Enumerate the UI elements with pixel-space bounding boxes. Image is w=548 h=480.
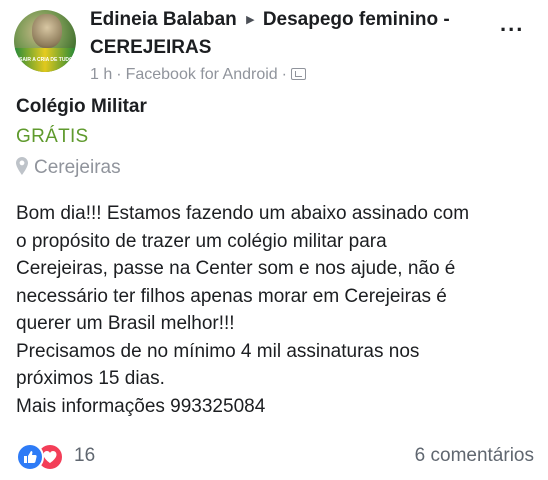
triangle-right-icon: ▶ [246, 14, 255, 26]
body-line: Cerejeiras, passe na Center som e nos aj… [16, 258, 456, 279]
body-line: próximos 15 dias. [16, 368, 165, 389]
body-line: Mais informações 993325084 [16, 395, 266, 417]
comments-count-link[interactable]: 6 comentários [415, 445, 534, 467]
post-source: Facebook for Android [125, 66, 278, 83]
body-line: Bom dia!!! Estamos fazendo um abaixo ass… [16, 203, 470, 224]
listing-title: Colégio Militar [16, 96, 147, 117]
post-header: Edineia Balaban ▶ Desapego feminino - CE… [90, 6, 490, 85]
post-meta: 1 h · Facebook for Android · [90, 65, 490, 85]
listing-location: Cerejeiras [16, 157, 121, 181]
body-line: querer um Brasil melhor!!! [16, 313, 235, 334]
body-line: Precisamos de no mínimo 4 mil assinatura… [16, 340, 420, 362]
location-text: Cerejeiras [34, 157, 121, 178]
author-avatar[interactable]: SAIR A CRIA DE TUDO [14, 10, 76, 72]
avatar-caption: SAIR A CRIA DE TUDO [19, 57, 73, 63]
like-reaction-icon [16, 443, 44, 471]
body-line: o propósito de trazer um colégio militar… [16, 230, 387, 252]
group-members-icon [291, 68, 306, 80]
author-name[interactable]: Edineia Balaban [90, 9, 237, 30]
more-options-button[interactable]: ... [500, 13, 524, 35]
avatar-photo [32, 14, 62, 48]
group-name[interactable]: Desapego feminino - [263, 9, 450, 30]
reaction-count[interactable]: 16 [74, 445, 95, 467]
listing-price: GRÁTIS [16, 126, 89, 147]
post-footer: 16 6 comentários [16, 443, 534, 471]
group-name-continued[interactable]: CEREJEIRAS [90, 37, 211, 58]
body-line: necessário ter filhos apenas morar em Ce… [16, 285, 447, 307]
post-time[interactable]: 1 h [90, 66, 112, 83]
post-body: Bom dia!!! Estamos fazendo um abaixo ass… [16, 200, 536, 420]
location-pin-icon [16, 157, 28, 181]
